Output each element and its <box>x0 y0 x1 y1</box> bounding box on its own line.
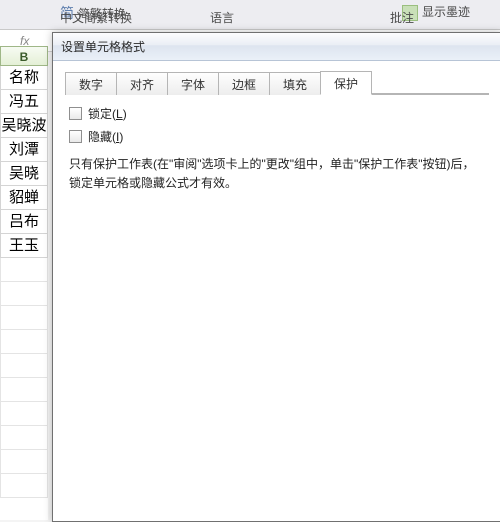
empty-cell[interactable] <box>0 402 48 426</box>
checkbox-icon <box>69 130 82 143</box>
ribbon-group-label: 语言 <box>210 9 234 28</box>
locked-checkbox-row[interactable]: 锁定(L) <box>69 105 485 122</box>
empty-cell[interactable] <box>0 258 48 282</box>
dialog-tabstrip: 数字 对齐 字体 边框 填充 保护 <box>53 61 500 95</box>
tab-strip-filler <box>371 71 489 94</box>
empty-cell[interactable] <box>0 354 48 378</box>
empty-cell[interactable] <box>0 330 48 354</box>
dialog-title: 设置单元格格式 <box>61 38 145 55</box>
tab-border[interactable]: 边框 <box>218 72 270 95</box>
protection-pane: 锁定(L) 隐藏(I) 只有保护工作表(在"审阅"选项卡上的"更改"组中，单击"… <box>53 95 500 521</box>
empty-cell[interactable] <box>0 474 48 498</box>
empty-cell[interactable] <box>0 306 48 330</box>
locked-label: 锁定(L) <box>88 105 127 122</box>
dialog-titlebar[interactable]: 设置单元格格式 <box>53 33 500 61</box>
format-cells-dialog: 设置单元格格式 数字 对齐 字体 边框 填充 保护 锁定(L) 隐藏(I) 只有… <box>52 32 500 522</box>
cell[interactable]: 名称 <box>0 66 48 90</box>
ribbon-group-label: 中文简繁转换 <box>60 9 132 28</box>
cell[interactable]: 貂蝉 <box>0 186 48 210</box>
ribbon-background: 简 简繁转换 显示墨迹 中文简繁转换 语言 批注 <box>0 0 500 30</box>
column-header-b[interactable]: B <box>0 46 48 66</box>
protection-hint-text: 只有保护工作表(在"审阅"选项卡上的"更改"组中，单击"保护工作表"按钮)后，锁… <box>69 155 485 193</box>
cell[interactable]: 刘潭 <box>0 138 48 162</box>
cell[interactable]: 冯五 <box>0 90 48 114</box>
checkbox-icon <box>69 107 82 120</box>
cell[interactable]: 王玉 <box>0 234 48 258</box>
empty-cell[interactable] <box>0 450 48 474</box>
tab-protection[interactable]: 保护 <box>320 71 372 95</box>
worksheet-column: B 名称 冯五 吴晓波 刘潭 吴晓 貂蝉 吕布 王玉 <box>0 46 48 520</box>
empty-cell[interactable] <box>0 378 48 402</box>
tab-fill[interactable]: 填充 <box>269 72 321 95</box>
ribbon-cmd-label: 显示墨迹 <box>422 3 470 22</box>
cell[interactable]: 吕布 <box>0 210 48 234</box>
tab-number[interactable]: 数字 <box>65 72 117 95</box>
empty-cell[interactable] <box>0 282 48 306</box>
ribbon-group-label: 批注 <box>390 9 414 28</box>
hidden-label: 隐藏(I) <box>88 128 123 145</box>
empty-cell[interactable] <box>0 426 48 450</box>
tab-font[interactable]: 字体 <box>167 72 219 95</box>
cell[interactable]: 吴晓波 <box>0 114 48 138</box>
cell[interactable]: 吴晓 <box>0 162 48 186</box>
hidden-checkbox-row[interactable]: 隐藏(I) <box>69 128 485 145</box>
tab-alignment[interactable]: 对齐 <box>116 72 168 95</box>
